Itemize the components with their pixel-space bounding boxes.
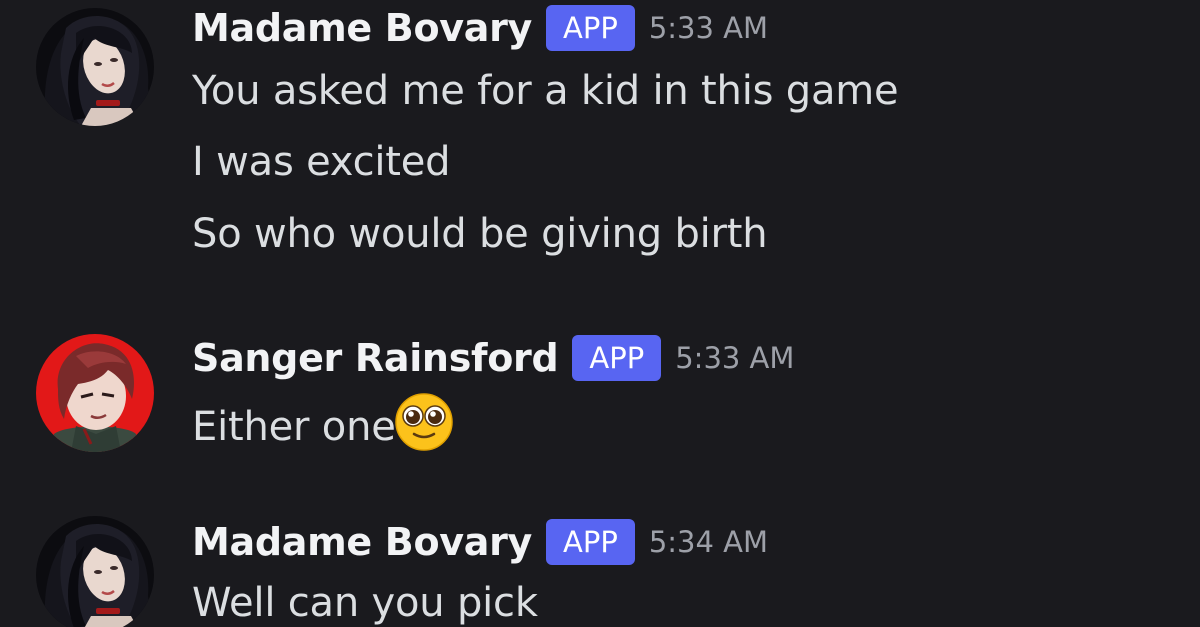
avatar[interactable]: [36, 8, 154, 126]
username[interactable]: Madame Bovary: [192, 520, 532, 564]
dark-haired-woman-avatar-icon: [36, 516, 154, 627]
message-group: Sanger Rainsford APP 5:33 AM Either one: [0, 320, 1200, 480]
username[interactable]: Madame Bovary: [192, 6, 532, 50]
message-text: I was excited: [192, 139, 451, 185]
timestamp[interactable]: 5:34 AM: [649, 525, 768, 559]
red-haired-man-avatar-icon: [36, 334, 154, 452]
pleading-face-emoji-icon: [394, 393, 453, 451]
avatar[interactable]: [36, 516, 154, 627]
message-text-row: Either one: [192, 392, 454, 452]
dark-haired-woman-avatar-icon: [36, 8, 154, 126]
message-text: You asked me for a kid in this game: [192, 68, 899, 114]
message-text: Well can you pick: [192, 580, 538, 626]
message-group: Madame Bovary APP 5:34 AM Well can you p…: [0, 500, 1200, 627]
message-group: Madame Bovary APP 5:33 AM You asked me f…: [0, 0, 1200, 300]
username[interactable]: Sanger Rainsford: [192, 336, 559, 380]
app-badge: APP: [572, 335, 662, 381]
timestamp[interactable]: 5:33 AM: [675, 341, 794, 375]
timestamp[interactable]: 5:33 AM: [649, 11, 768, 45]
message-header: Sanger Rainsford APP 5:33 AM: [192, 332, 794, 384]
message-header: Madame Bovary APP 5:34 AM: [192, 516, 768, 568]
app-badge: APP: [546, 5, 635, 51]
message-text: Either one: [192, 404, 396, 450]
app-badge: APP: [546, 519, 635, 565]
message-header: Madame Bovary APP 5:33 AM: [192, 2, 768, 54]
avatar[interactable]: [36, 334, 154, 452]
message-text: So who would be giving birth: [192, 211, 768, 257]
